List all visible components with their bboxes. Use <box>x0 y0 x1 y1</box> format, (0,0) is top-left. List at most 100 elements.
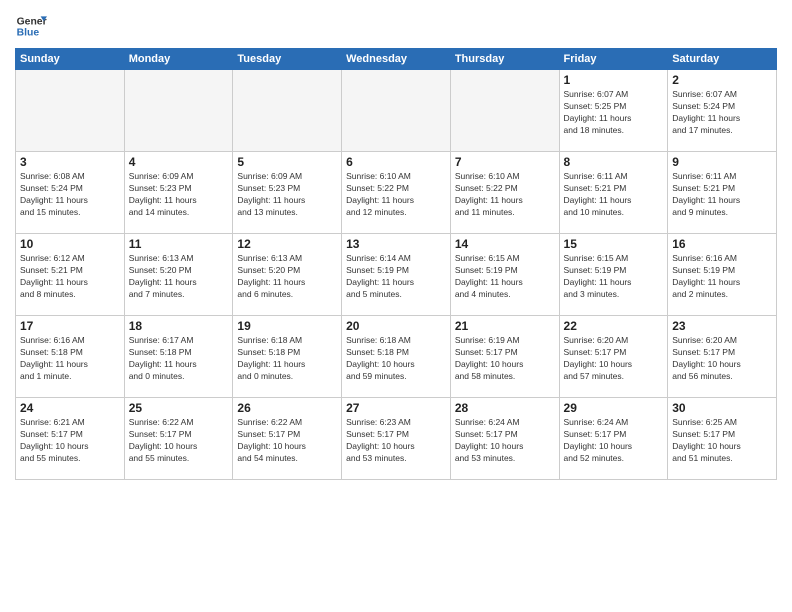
day-info: Sunrise: 6:09 AM Sunset: 5:23 PM Dayligh… <box>129 171 229 219</box>
logo-icon: General Blue <box>15 10 47 42</box>
calendar-cell <box>16 70 125 152</box>
weekday-header-wednesday: Wednesday <box>342 49 451 70</box>
calendar-cell: 9 Sunrise: 6:11 AM Sunset: 5:21 PM Daylig… <box>668 152 777 234</box>
calendar-cell: 19 Sunrise: 6:18 AM Sunset: 5:18 PM Dayli… <box>233 316 342 398</box>
day-info: Sunrise: 6:19 AM Sunset: 5:17 PM Dayligh… <box>455 335 555 383</box>
day-info: Sunrise: 6:17 AM Sunset: 5:18 PM Dayligh… <box>129 335 229 383</box>
day-number: 3 <box>20 155 120 169</box>
day-number: 17 <box>20 319 120 333</box>
day-number: 6 <box>346 155 446 169</box>
week-row-3: 10Sunrise: 6:12 AM Sunset: 5:21 PM Dayli… <box>16 234 777 316</box>
day-number: 29 <box>564 401 664 415</box>
day-info: Sunrise: 6:18 AM Sunset: 5:18 PM Dayligh… <box>237 335 337 383</box>
calendar-cell: 30 Sunrise: 6:25 AM Sunset: 5:17 PM Dayli… <box>668 398 777 480</box>
calendar-cell: 21 Sunrise: 6:19 AM Sunset: 5:17 PM Dayli… <box>450 316 559 398</box>
day-number: 23 <box>672 319 772 333</box>
day-info: Sunrise: 6:10 AM Sunset: 5:22 PM Dayligh… <box>455 171 555 219</box>
week-row-4: 17Sunrise: 6:16 AM Sunset: 5:18 PM Dayli… <box>16 316 777 398</box>
day-number: 25 <box>129 401 229 415</box>
calendar-cell: 18 Sunrise: 6:17 AM Sunset: 5:18 PM Dayli… <box>124 316 233 398</box>
calendar-cell: 7 Sunrise: 6:10 AM Sunset: 5:22 PM Daylig… <box>450 152 559 234</box>
calendar-page: General Blue SundayMondayTuesdayWednesda… <box>0 0 792 612</box>
calendar-cell: 16Sunrise: 6:16 AM Sunset: 5:19 PM Dayli… <box>668 234 777 316</box>
day-number: 27 <box>346 401 446 415</box>
day-info: Sunrise: 6:24 AM Sunset: 5:17 PM Dayligh… <box>455 417 555 465</box>
weekday-header-thursday: Thursday <box>450 49 559 70</box>
calendar-cell: 25 Sunrise: 6:22 AM Sunset: 5:17 PM Dayli… <box>124 398 233 480</box>
day-number: 1 <box>564 73 664 87</box>
svg-text:Blue: Blue <box>17 28 40 39</box>
day-info: Sunrise: 6:25 AM Sunset: 5:17 PM Dayligh… <box>672 417 772 465</box>
calendar-cell: 13 Sunrise: 6:14 AM Sunset: 5:19 PM Dayli… <box>342 234 451 316</box>
weekday-header-row: SundayMondayTuesdayWednesdayThursdayFrid… <box>16 49 777 70</box>
day-number: 15 <box>564 237 664 251</box>
day-number: 5 <box>237 155 337 169</box>
day-info: Sunrise: 6:21 AM Sunset: 5:17 PM Dayligh… <box>20 417 120 465</box>
day-info: Sunrise: 6:15 AM Sunset: 5:19 PM Dayligh… <box>564 253 664 301</box>
day-info: Sunrise: 6:11 AM Sunset: 5:21 PM Dayligh… <box>564 171 664 219</box>
calendar-cell: 26Sunrise: 6:22 AM Sunset: 5:17 PM Dayli… <box>233 398 342 480</box>
calendar-cell: 1 Sunrise: 6:07 AM Sunset: 5:25 PM Daylig… <box>559 70 668 152</box>
day-info: Sunrise: 6:22 AM Sunset: 5:17 PM Dayligh… <box>237 417 337 465</box>
calendar-cell: 28Sunrise: 6:24 AM Sunset: 5:17 PM Dayli… <box>450 398 559 480</box>
calendar-cell: 20Sunrise: 6:18 AM Sunset: 5:18 PM Dayli… <box>342 316 451 398</box>
day-number: 7 <box>455 155 555 169</box>
day-number: 22 <box>564 319 664 333</box>
calendar-cell: 10Sunrise: 6:12 AM Sunset: 5:21 PM Dayli… <box>16 234 125 316</box>
calendar-cell: 15 Sunrise: 6:15 AM Sunset: 5:19 PM Dayli… <box>559 234 668 316</box>
day-number: 14 <box>455 237 555 251</box>
week-row-5: 24Sunrise: 6:21 AM Sunset: 5:17 PM Dayli… <box>16 398 777 480</box>
weekday-header-sunday: Sunday <box>16 49 125 70</box>
day-info: Sunrise: 6:07 AM Sunset: 5:25 PM Dayligh… <box>564 89 664 137</box>
day-number: 13 <box>346 237 446 251</box>
weekday-header-tuesday: Tuesday <box>233 49 342 70</box>
weekday-header-friday: Friday <box>559 49 668 70</box>
day-number: 12 <box>237 237 337 251</box>
week-row-1: 1 Sunrise: 6:07 AM Sunset: 5:25 PM Daylig… <box>16 70 777 152</box>
day-info: Sunrise: 6:11 AM Sunset: 5:21 PM Dayligh… <box>672 171 772 219</box>
day-info: Sunrise: 6:13 AM Sunset: 5:20 PM Dayligh… <box>237 253 337 301</box>
calendar-cell: 11 Sunrise: 6:13 AM Sunset: 5:20 PM Dayli… <box>124 234 233 316</box>
calendar-cell: 24Sunrise: 6:21 AM Sunset: 5:17 PM Dayli… <box>16 398 125 480</box>
day-info: Sunrise: 6:09 AM Sunset: 5:23 PM Dayligh… <box>237 171 337 219</box>
day-info: Sunrise: 6:12 AM Sunset: 5:21 PM Dayligh… <box>20 253 120 301</box>
calendar-cell: 5 Sunrise: 6:09 AM Sunset: 5:23 PM Daylig… <box>233 152 342 234</box>
day-info: Sunrise: 6:14 AM Sunset: 5:19 PM Dayligh… <box>346 253 446 301</box>
day-number: 2 <box>672 73 772 87</box>
calendar-cell: 3 Sunrise: 6:08 AM Sunset: 5:24 PM Daylig… <box>16 152 125 234</box>
day-number: 21 <box>455 319 555 333</box>
calendar-cell: 23 Sunrise: 6:20 AM Sunset: 5:17 PM Dayli… <box>668 316 777 398</box>
day-info: Sunrise: 6:16 AM Sunset: 5:19 PM Dayligh… <box>672 253 772 301</box>
calendar-table: SundayMondayTuesdayWednesdayThursdayFrid… <box>15 48 777 480</box>
day-info: Sunrise: 6:13 AM Sunset: 5:20 PM Dayligh… <box>129 253 229 301</box>
day-info: Sunrise: 6:22 AM Sunset: 5:17 PM Dayligh… <box>129 417 229 465</box>
calendar-cell <box>233 70 342 152</box>
day-number: 30 <box>672 401 772 415</box>
day-number: 4 <box>129 155 229 169</box>
calendar-cell: 12 Sunrise: 6:13 AM Sunset: 5:20 PM Dayli… <box>233 234 342 316</box>
day-info: Sunrise: 6:18 AM Sunset: 5:18 PM Dayligh… <box>346 335 446 383</box>
calendar-cell: 6 Sunrise: 6:10 AM Sunset: 5:22 PM Daylig… <box>342 152 451 234</box>
calendar-cell: 14 Sunrise: 6:15 AM Sunset: 5:19 PM Dayli… <box>450 234 559 316</box>
calendar-cell: 4 Sunrise: 6:09 AM Sunset: 5:23 PM Daylig… <box>124 152 233 234</box>
day-number: 9 <box>672 155 772 169</box>
day-number: 18 <box>129 319 229 333</box>
day-info: Sunrise: 6:20 AM Sunset: 5:17 PM Dayligh… <box>672 335 772 383</box>
calendar-cell: 17Sunrise: 6:16 AM Sunset: 5:18 PM Dayli… <box>16 316 125 398</box>
weekday-header-saturday: Saturday <box>668 49 777 70</box>
calendar-cell <box>450 70 559 152</box>
day-info: Sunrise: 6:23 AM Sunset: 5:17 PM Dayligh… <box>346 417 446 465</box>
day-info: Sunrise: 6:15 AM Sunset: 5:19 PM Dayligh… <box>455 253 555 301</box>
calendar-cell <box>342 70 451 152</box>
day-number: 19 <box>237 319 337 333</box>
day-info: Sunrise: 6:24 AM Sunset: 5:17 PM Dayligh… <box>564 417 664 465</box>
calendar-cell: 2 Sunrise: 6:07 AM Sunset: 5:24 PM Daylig… <box>668 70 777 152</box>
day-info: Sunrise: 6:20 AM Sunset: 5:17 PM Dayligh… <box>564 335 664 383</box>
calendar-cell: 8 Sunrise: 6:11 AM Sunset: 5:21 PM Daylig… <box>559 152 668 234</box>
day-info: Sunrise: 6:10 AM Sunset: 5:22 PM Dayligh… <box>346 171 446 219</box>
day-number: 11 <box>129 237 229 251</box>
day-number: 8 <box>564 155 664 169</box>
day-info: Sunrise: 6:07 AM Sunset: 5:24 PM Dayligh… <box>672 89 772 137</box>
day-info: Sunrise: 6:08 AM Sunset: 5:24 PM Dayligh… <box>20 171 120 219</box>
calendar-cell: 29 Sunrise: 6:24 AM Sunset: 5:17 PM Dayli… <box>559 398 668 480</box>
